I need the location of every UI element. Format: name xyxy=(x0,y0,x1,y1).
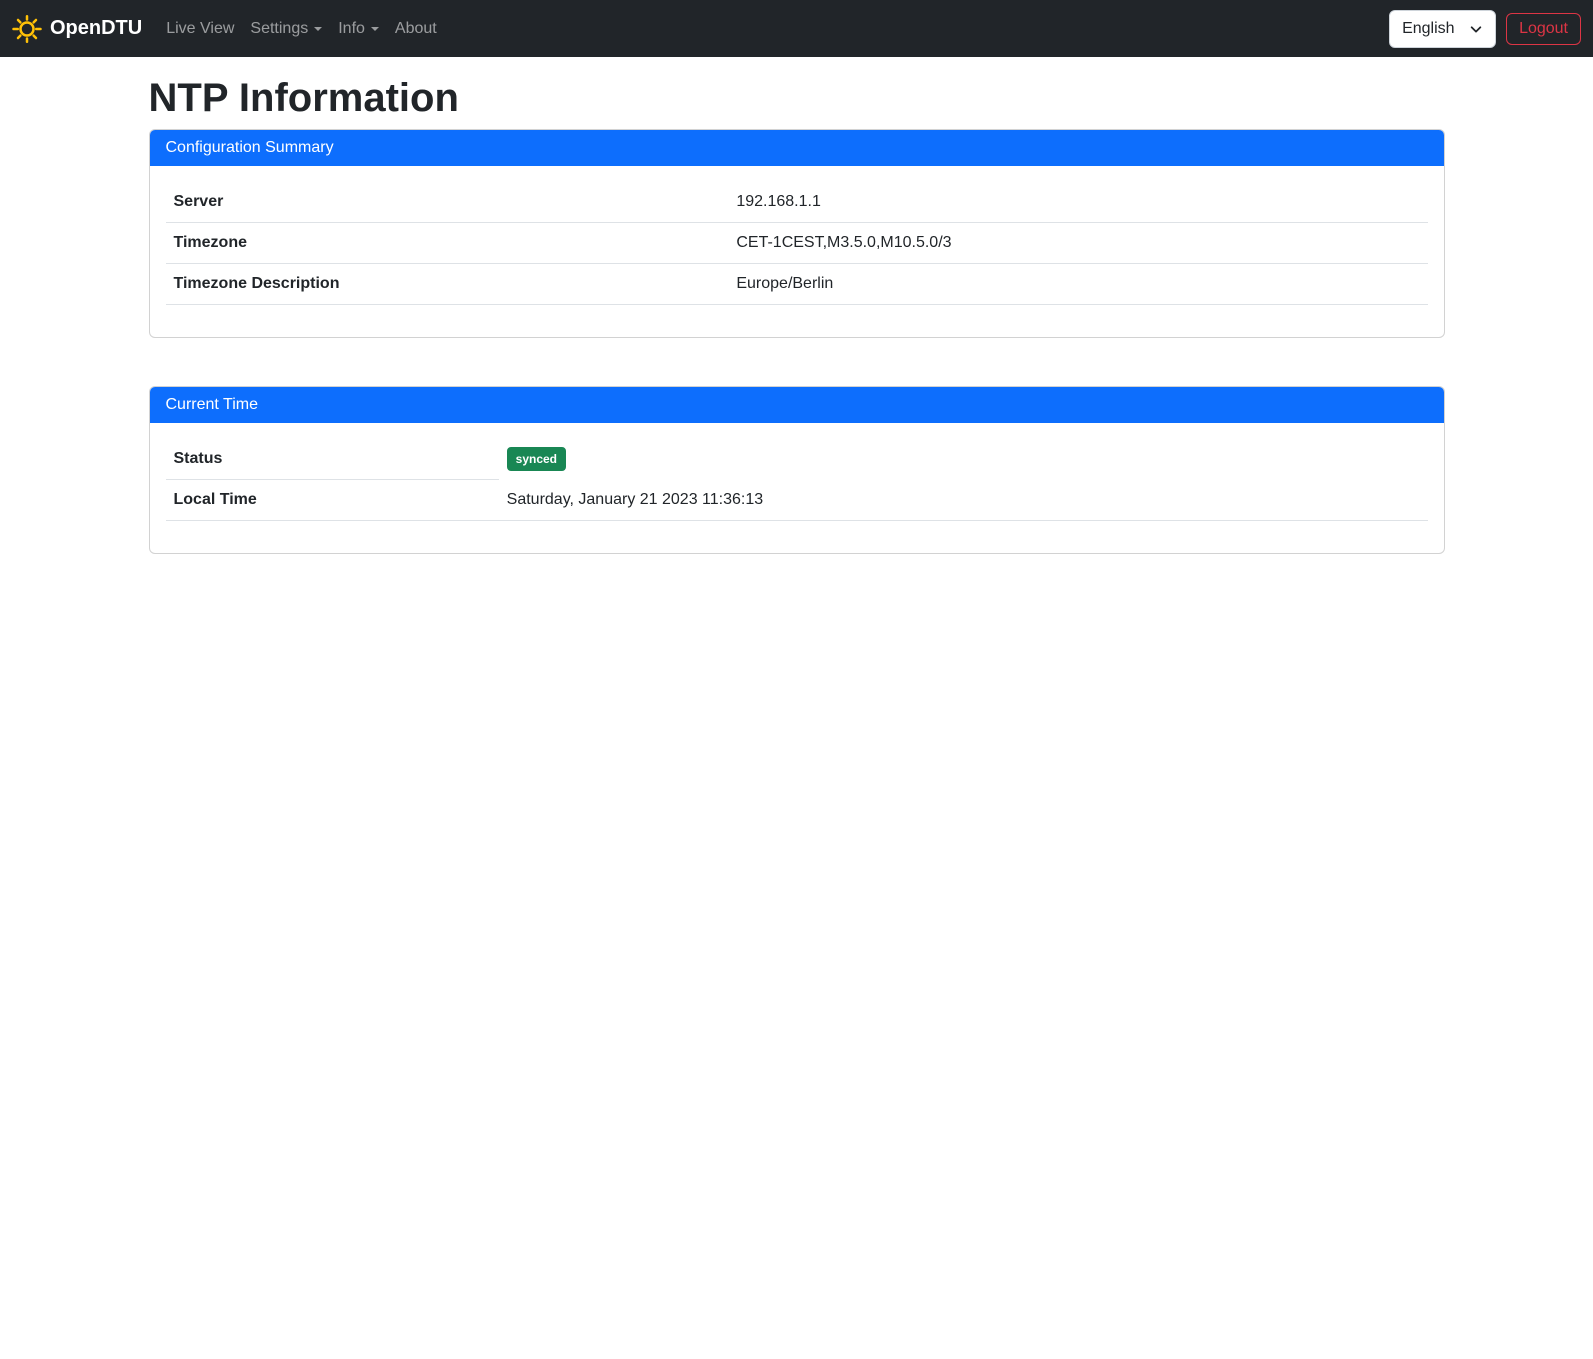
row-value: 192.168.1.1 xyxy=(728,182,1427,223)
brand-label: OpenDTU xyxy=(50,17,142,40)
status-badge: synced xyxy=(507,447,566,471)
page-title: NTP Information xyxy=(149,75,1445,121)
current-time-table: Status synced Local Time Saturday, Janua… xyxy=(166,439,1428,521)
top-navbar: OpenDTU Live View Settings Info About En… xyxy=(0,0,1593,57)
card-header: Current Time xyxy=(150,387,1444,423)
nav-item-info[interactable]: Info xyxy=(330,12,387,46)
configuration-summary-card: Configuration Summary Server 192.168.1.1… xyxy=(149,129,1445,338)
brand-link[interactable]: OpenDTU xyxy=(12,14,142,44)
sun-icon xyxy=(12,14,42,44)
card-body: Status synced Local Time Saturday, Janua… xyxy=(150,423,1444,553)
row-label: Local Time xyxy=(166,480,499,521)
nav-item-label: Info xyxy=(338,20,365,38)
table-row: Timezone CET-1CEST,M3.5.0,M10.5.0/3 xyxy=(166,223,1428,264)
nav-item-live-view[interactable]: Live View xyxy=(158,12,242,46)
table-row: Timezone Description Europe/Berlin xyxy=(166,264,1428,305)
row-value: Saturday, January 21 2023 11:36:13 xyxy=(499,480,1428,521)
language-select[interactable]: English xyxy=(1389,10,1496,48)
chevron-down-icon xyxy=(1469,22,1483,36)
row-label: Timezone Description xyxy=(166,264,729,305)
main-nav: Live View Settings Info About xyxy=(158,12,445,46)
configuration-summary-table: Server 192.168.1.1 Timezone CET-1CEST,M3… xyxy=(166,182,1428,305)
navbar-right-group: English Logout xyxy=(1389,10,1581,48)
row-value: CET-1CEST,M3.5.0,M10.5.0/3 xyxy=(728,223,1427,264)
logout-button[interactable]: Logout xyxy=(1506,13,1581,45)
row-value: synced xyxy=(499,439,1428,480)
page-container: NTP Information Configuration Summary Se… xyxy=(137,75,1457,554)
chevron-down-icon xyxy=(314,27,322,31)
table-row: Server 192.168.1.1 xyxy=(166,182,1428,223)
language-select-value: English xyxy=(1402,20,1454,38)
card-body: Server 192.168.1.1 Timezone CET-1CEST,M3… xyxy=(150,166,1444,337)
card-header: Configuration Summary xyxy=(150,130,1444,166)
nav-item-label: Live View xyxy=(166,20,234,38)
nav-item-about[interactable]: About xyxy=(387,12,445,46)
current-time-card: Current Time Status synced Local Time Sa… xyxy=(149,386,1445,554)
row-value: Europe/Berlin xyxy=(728,264,1427,305)
nav-item-label: About xyxy=(395,20,437,38)
row-label: Status xyxy=(166,439,499,480)
row-label: Server xyxy=(166,182,729,223)
chevron-down-icon xyxy=(371,27,379,31)
table-row: Local Time Saturday, January 21 2023 11:… xyxy=(166,480,1428,521)
row-label: Timezone xyxy=(166,223,729,264)
nav-item-label: Settings xyxy=(250,20,308,38)
nav-item-settings[interactable]: Settings xyxy=(242,12,330,46)
table-row: Status synced xyxy=(166,439,1428,480)
